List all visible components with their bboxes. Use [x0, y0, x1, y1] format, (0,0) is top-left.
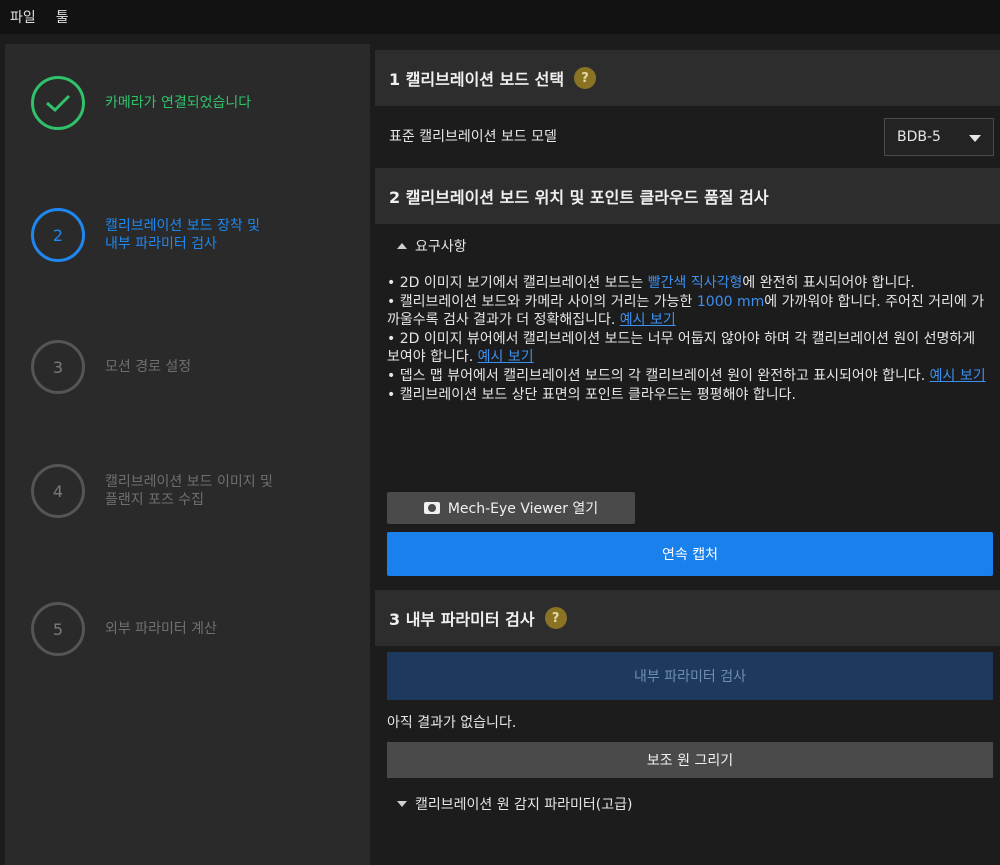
intrinsic-check-button[interactable]: 내부 파라미터 검사: [387, 652, 993, 700]
section-1-title: 1 캘리브레이션 보드 선택: [389, 70, 565, 89]
req2-highlight: 1000 mm: [696, 293, 765, 310]
section-1-header: 1 캘리브레이션 보드 선택 ?: [375, 50, 1000, 106]
section-2-header: 2 캘리브레이션 보드 위치 및 포인트 클라우드 품질 검사: [375, 168, 1000, 224]
step-1[interactable]: 카메라가 연결되었습니다: [31, 76, 251, 130]
open-viewer-button[interactable]: Mech-Eye Viewer 열기: [387, 492, 635, 524]
no-result-text: 아직 결과가 없습니다.: [387, 715, 517, 731]
board-model-value: BDB-5: [897, 129, 941, 145]
requirements-list: • 2D 이미지 보기에서 캘리브레이션 보드는 빨간색 직사각형에 완전히 표…: [387, 274, 992, 404]
open-viewer-label: Mech-Eye Viewer 열기: [447, 501, 599, 517]
step-5[interactable]: 5 외부 파라미터 계산: [31, 602, 217, 656]
chevron-down-icon: [969, 135, 981, 142]
req1-text-a: • 2D 이미지 보기에서 캘리브레이션 보드는: [387, 275, 648, 291]
requirements-toggle[interactable]: 요구사항: [397, 236, 467, 256]
req2-text-a: • 캘리브레이션 보드와 카메라 사이의 거리는 가능한: [387, 293, 697, 310]
step-3-number: 3: [31, 340, 85, 394]
step-3-label: 모션 경로 설정: [105, 359, 192, 375]
requirement-2: • 캘리브레이션 보드와 카메라 사이의 거리는 가능한 1000 mm에 가까…: [387, 293, 992, 330]
section-2-title: 2 캘리브레이션 보드 위치 및 포인트 클라우드 품질 검사: [389, 188, 769, 207]
requirement-4: • 뎁스 맵 뷰어에서 캘리브레이션 보드의 각 캘리브레이션 원이 완전하고 …: [387, 367, 992, 386]
draw-aux-circle-button[interactable]: 보조 원 그리기: [387, 742, 993, 778]
expand-arrow-icon: [397, 801, 407, 807]
requirements-toggle-label: 요구사항: [415, 239, 467, 255]
requirement-5: • 캘리브레이션 보드 상단 표면의 포인트 클라우드는 평평해야 합니다.: [387, 386, 796, 403]
example-link-3[interactable]: 예시 보기: [930, 368, 986, 384]
step-5-label: 외부 파라미터 계산: [105, 621, 217, 637]
req1-highlight: 빨간색 직사각형: [647, 275, 743, 291]
check-icon: [31, 76, 85, 130]
step-4-label: 캘리브레이션 보드 이미지 및 플랜지 포즈 수집: [105, 473, 273, 509]
help-icon[interactable]: ?: [574, 67, 597, 89]
step-2[interactable]: 2 캘리브레이션 보드 장착 및 내부 파라미터 검사: [31, 208, 260, 262]
section-3-title: 3 내부 파라미터 검사: [389, 610, 535, 629]
example-link-1[interactable]: 예시 보기: [620, 312, 676, 328]
step-4-label-line-1: 캘리브레이션 보드 이미지 및: [105, 474, 273, 490]
req1-text-b: 에 완전히 표시되어야 합니다.: [742, 275, 915, 291]
collapse-arrow-icon: [397, 243, 407, 249]
menu-tools[interactable]: 툴: [56, 7, 69, 27]
main-panel: 1 캘리브레이션 보드 선택 ? 표준 캘리브레이션 보드 모델 BDB-5 2…: [375, 44, 1000, 865]
board-model-select[interactable]: BDB-5: [884, 118, 994, 156]
requirement-3: • 2D 이미지 뷰어에서 캘리브레이션 보드는 너무 어둡지 않아야 하며 각…: [387, 330, 992, 367]
board-model-label: 표준 캘리브레이션 보드 모델: [389, 129, 557, 145]
step-5-number: 5: [31, 602, 85, 656]
wizard-sidebar: 카메라가 연결되었습니다 2 캘리브레이션 보드 장착 및 내부 파라미터 검사…: [5, 44, 370, 865]
step-2-number: 2: [31, 208, 85, 262]
help-icon[interactable]: ?: [544, 607, 567, 629]
menu-bar: 파일 툴: [0, 0, 1000, 34]
req4-text: • 뎁스 맵 뷰어에서 캘리브레이션 보드의 각 캘리브레이션 원이 완전하고 …: [387, 367, 930, 384]
step-2-label-line-2: 내부 파라미터 검사: [105, 236, 217, 252]
advanced-params-label: 캘리브레이션 원 감지 파라미터(고급): [415, 797, 633, 813]
continuous-capture-button[interactable]: 연속 캡처: [387, 532, 993, 576]
example-link-2[interactable]: 예시 보기: [478, 349, 534, 365]
step-2-label-line-1: 캘리브레이션 보드 장착 및: [105, 218, 261, 234]
step-4-number: 4: [31, 464, 85, 518]
menu-file[interactable]: 파일: [10, 7, 36, 27]
requirement-1: • 2D 이미지 보기에서 캘리브레이션 보드는 빨간색 직사각형에 완전히 표…: [387, 274, 992, 293]
req3-text: • 2D 이미지 뷰어에서 캘리브레이션 보드는 너무 어둡지 않아야 하며 각…: [387, 330, 976, 366]
board-model-row: 표준 캘리브레이션 보드 모델 BDB-5: [375, 114, 1000, 158]
step-1-label: 카메라가 연결되었습니다: [105, 95, 252, 111]
step-4[interactable]: 4 캘리브레이션 보드 이미지 및 플랜지 포즈 수집: [31, 464, 273, 518]
step-4-label-line-2: 플랜지 포즈 수집: [105, 492, 205, 508]
camera-icon: [423, 502, 440, 514]
step-2-label: 캘리브레이션 보드 장착 및 내부 파라미터 검사: [105, 217, 260, 253]
advanced-params-toggle[interactable]: 캘리브레이션 원 감지 파라미터(고급): [397, 794, 632, 814]
section-3-header: 3 내부 파라미터 검사 ?: [375, 590, 1000, 646]
step-3[interactable]: 3 모션 경로 설정: [31, 340, 191, 394]
